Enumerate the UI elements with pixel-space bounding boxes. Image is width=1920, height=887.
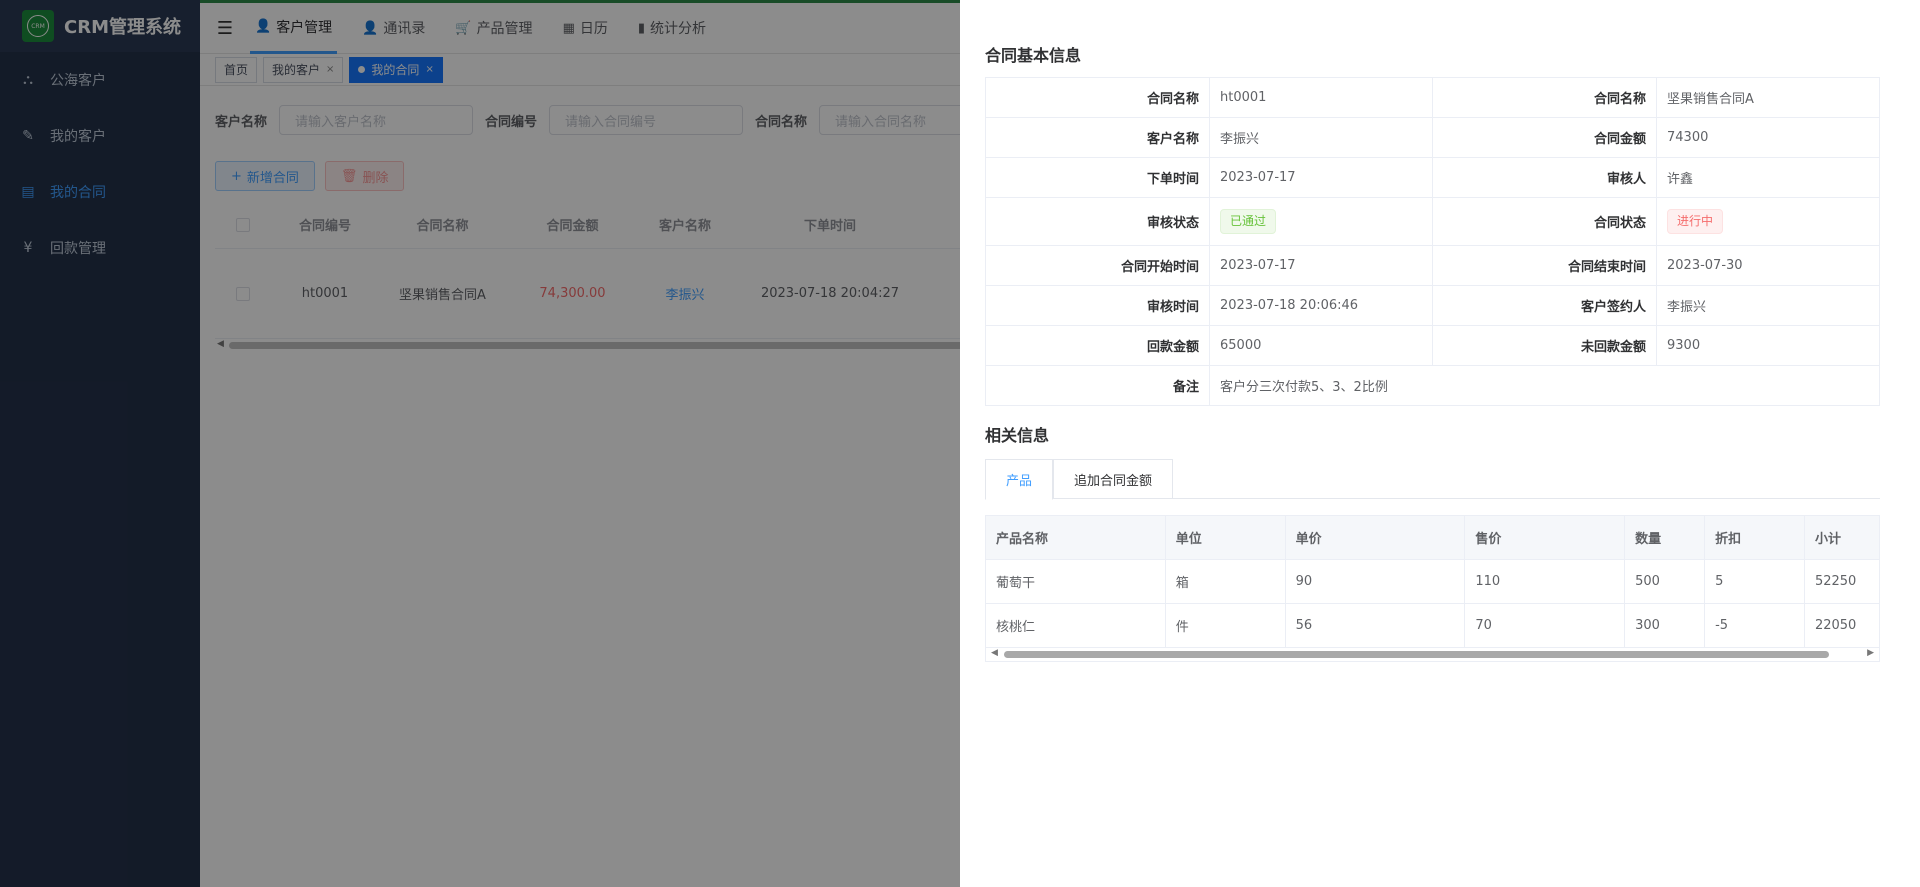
scroll-right-icon[interactable]: ▶ bbox=[1867, 648, 1874, 658]
field-value-amount: 74300 bbox=[1656, 117, 1880, 158]
scroll-left-icon[interactable]: ◀ bbox=[991, 648, 998, 658]
field-label: 客户签约人 bbox=[1432, 285, 1657, 326]
basic-info-title: 合同基本信息 bbox=[985, 46, 1082, 65]
product-table-scrollbar[interactable]: ◀ ▶ bbox=[985, 648, 1880, 662]
field-label: 合同名称 bbox=[985, 77, 1210, 118]
crm-app: CRM CRM管理系统 ⛬ 公海客户 ✎ 我的客户 ▤ 我的合同 ¥ 回款管理 … bbox=[0, 0, 1920, 887]
field-value-remark: 客户分三次付款5、3、2比例 bbox=[1209, 365, 1880, 406]
tab-additional-amount[interactable]: 追加合同金额 bbox=[1053, 459, 1174, 499]
field-label: 合同名称 bbox=[1432, 77, 1657, 118]
related-tabs: 产品 追加合同金额 bbox=[985, 459, 1880, 500]
field-label: 审核时间 bbox=[985, 285, 1210, 326]
field-label: 备注 bbox=[985, 365, 1210, 406]
column-header: 数量 bbox=[1624, 515, 1706, 560]
column-header: 单位 bbox=[1164, 515, 1286, 560]
field-value-end: 2023-07-30 bbox=[1656, 245, 1880, 286]
table-header: 产品名称 单位 单价 售价 数量 折扣 小计 bbox=[985, 515, 1881, 560]
field-label: 审核状态 bbox=[985, 197, 1210, 246]
field-value-customer: 李振兴 bbox=[1209, 117, 1433, 158]
audit-status-badge: 已通过 bbox=[1220, 209, 1277, 234]
field-value-start: 2023-07-17 bbox=[1209, 245, 1433, 286]
table-row: 葡萄干 箱 90 110 500 5 52250 bbox=[985, 559, 1881, 604]
field-label: 客户名称 bbox=[985, 117, 1210, 158]
field-value-unpaid: 9300 bbox=[1656, 325, 1880, 366]
field-value-order-time: 2023-07-17 bbox=[1209, 157, 1433, 198]
field-value-contract-code: ht0001 bbox=[1209, 77, 1433, 118]
column-header: 折扣 bbox=[1704, 515, 1805, 560]
product-table: 产品名称 单位 单价 售价 数量 折扣 小计 葡萄干 箱 90 110 500 … bbox=[985, 515, 1881, 648]
field-label: 合同结束时间 bbox=[1432, 245, 1657, 286]
field-value-auditor: 许鑫 bbox=[1656, 157, 1880, 198]
basic-info-table: 合同名称 ht0001 合同名称 坚果销售合同A 客户名称 李振兴 合同金额 7… bbox=[985, 77, 1880, 406]
field-label: 下单时间 bbox=[985, 157, 1210, 198]
field-label: 未回款金额 bbox=[1432, 325, 1657, 366]
field-label: 合同开始时间 bbox=[985, 245, 1210, 286]
contract-status-badge: 进行中 bbox=[1667, 209, 1724, 234]
tab-products[interactable]: 产品 bbox=[985, 459, 1054, 500]
field-label: 合同状态 bbox=[1432, 197, 1657, 246]
table-row: 核桃仁 件 56 70 300 -5 22050 bbox=[985, 603, 1881, 648]
field-value-signer: 李振兴 bbox=[1656, 285, 1880, 326]
column-header: 单价 bbox=[1284, 515, 1466, 560]
column-header: 售价 bbox=[1464, 515, 1626, 560]
column-header: 产品名称 bbox=[985, 515, 1166, 560]
field-value-contract-name: 坚果销售合同A bbox=[1656, 77, 1880, 118]
scrollbar-thumb[interactable] bbox=[1004, 651, 1829, 658]
field-label: 合同金额 bbox=[1432, 117, 1657, 158]
field-label: 回款金额 bbox=[985, 325, 1210, 366]
contract-detail-drawer: 合同基本信息 合同名称 ht0001 合同名称 坚果销售合同A 客户名称 李振兴… bbox=[960, 0, 1920, 887]
field-value-paid: 65000 bbox=[1209, 325, 1433, 366]
field-label: 审核人 bbox=[1432, 157, 1657, 198]
field-value-audit-time: 2023-07-18 20:06:46 bbox=[1209, 285, 1433, 326]
related-info-title: 相关信息 bbox=[985, 426, 1050, 445]
column-header: 小计 bbox=[1803, 515, 1881, 560]
